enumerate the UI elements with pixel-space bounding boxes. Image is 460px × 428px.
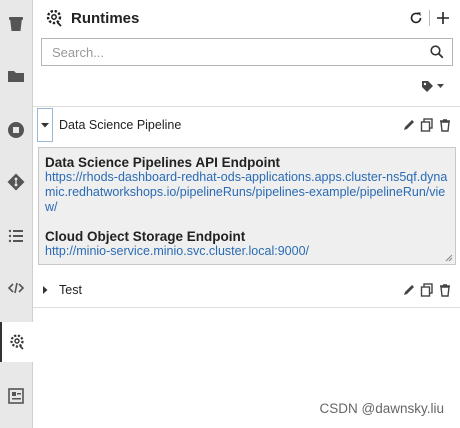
search-input[interactable]: [50, 43, 430, 61]
header-separator: [429, 10, 430, 26]
edit-icon[interactable]: [402, 118, 416, 132]
panel-header: Runtimes: [33, 0, 460, 36]
page-title: Runtimes: [71, 9, 140, 27]
detail-label-api-endpoint: Data Science Pipelines API Endpoint: [45, 155, 281, 170]
search-box: [41, 38, 453, 66]
runtimes-panel: Runtimes Data Science Pipeline Data Scie…: [33, 0, 460, 428]
detail-value-cos-endpoint[interactable]: http://minio-service.minio.svc.cluster.l…: [45, 244, 449, 259]
duplicate-icon[interactable]: [420, 283, 434, 297]
property-inspector-icon[interactable]: [0, 376, 32, 416]
activity-bar: [0, 0, 33, 428]
runtime-details: Data Science Pipelines API Endpoint http…: [38, 147, 456, 265]
folder-icon[interactable]: [0, 56, 32, 96]
edit-icon[interactable]: [402, 283, 416, 297]
runtime-name: Test: [59, 283, 82, 297]
tag-filter-button[interactable]: [421, 80, 444, 93]
refresh-icon[interactable]: [409, 11, 423, 25]
resize-handle-icon[interactable]: [445, 254, 453, 262]
detail-value-api-endpoint[interactable]: https://rhods-dashboard-redhat-ods-appli…: [45, 170, 449, 215]
search-icon[interactable]: [430, 45, 444, 59]
runtime-row-data-science-pipeline[interactable]: Data Science Pipeline: [33, 106, 460, 143]
runtime-row-test[interactable]: Test: [33, 272, 460, 308]
runtimes-gear-icon[interactable]: [0, 322, 33, 362]
list-divider: [33, 307, 460, 308]
trash-icon[interactable]: [0, 4, 32, 44]
expand-toggle[interactable]: [37, 108, 53, 142]
list-icon[interactable]: [0, 216, 32, 256]
chevron-down-icon: [437, 84, 444, 88]
add-runtime-icon[interactable]: [436, 11, 450, 25]
tag-icon: [422, 81, 433, 92]
caret-down-icon: [41, 122, 49, 127]
detail-label-cos-endpoint: Cloud Object Storage Endpoint: [45, 229, 246, 244]
runtimes-header-icon: [46, 9, 62, 27]
duplicate-icon[interactable]: [420, 118, 434, 132]
watermark: CSDN @dawnsky.liu: [319, 401, 445, 416]
git-icon[interactable]: [0, 162, 32, 202]
stop-circle-icon[interactable]: [0, 110, 32, 150]
caret-right-icon: [42, 286, 47, 294]
delete-icon[interactable]: [438, 118, 452, 132]
runtime-name: Data Science Pipeline: [59, 118, 182, 132]
code-icon[interactable]: [0, 268, 32, 308]
expand-toggle[interactable]: [37, 286, 53, 294]
delete-icon[interactable]: [438, 283, 452, 297]
